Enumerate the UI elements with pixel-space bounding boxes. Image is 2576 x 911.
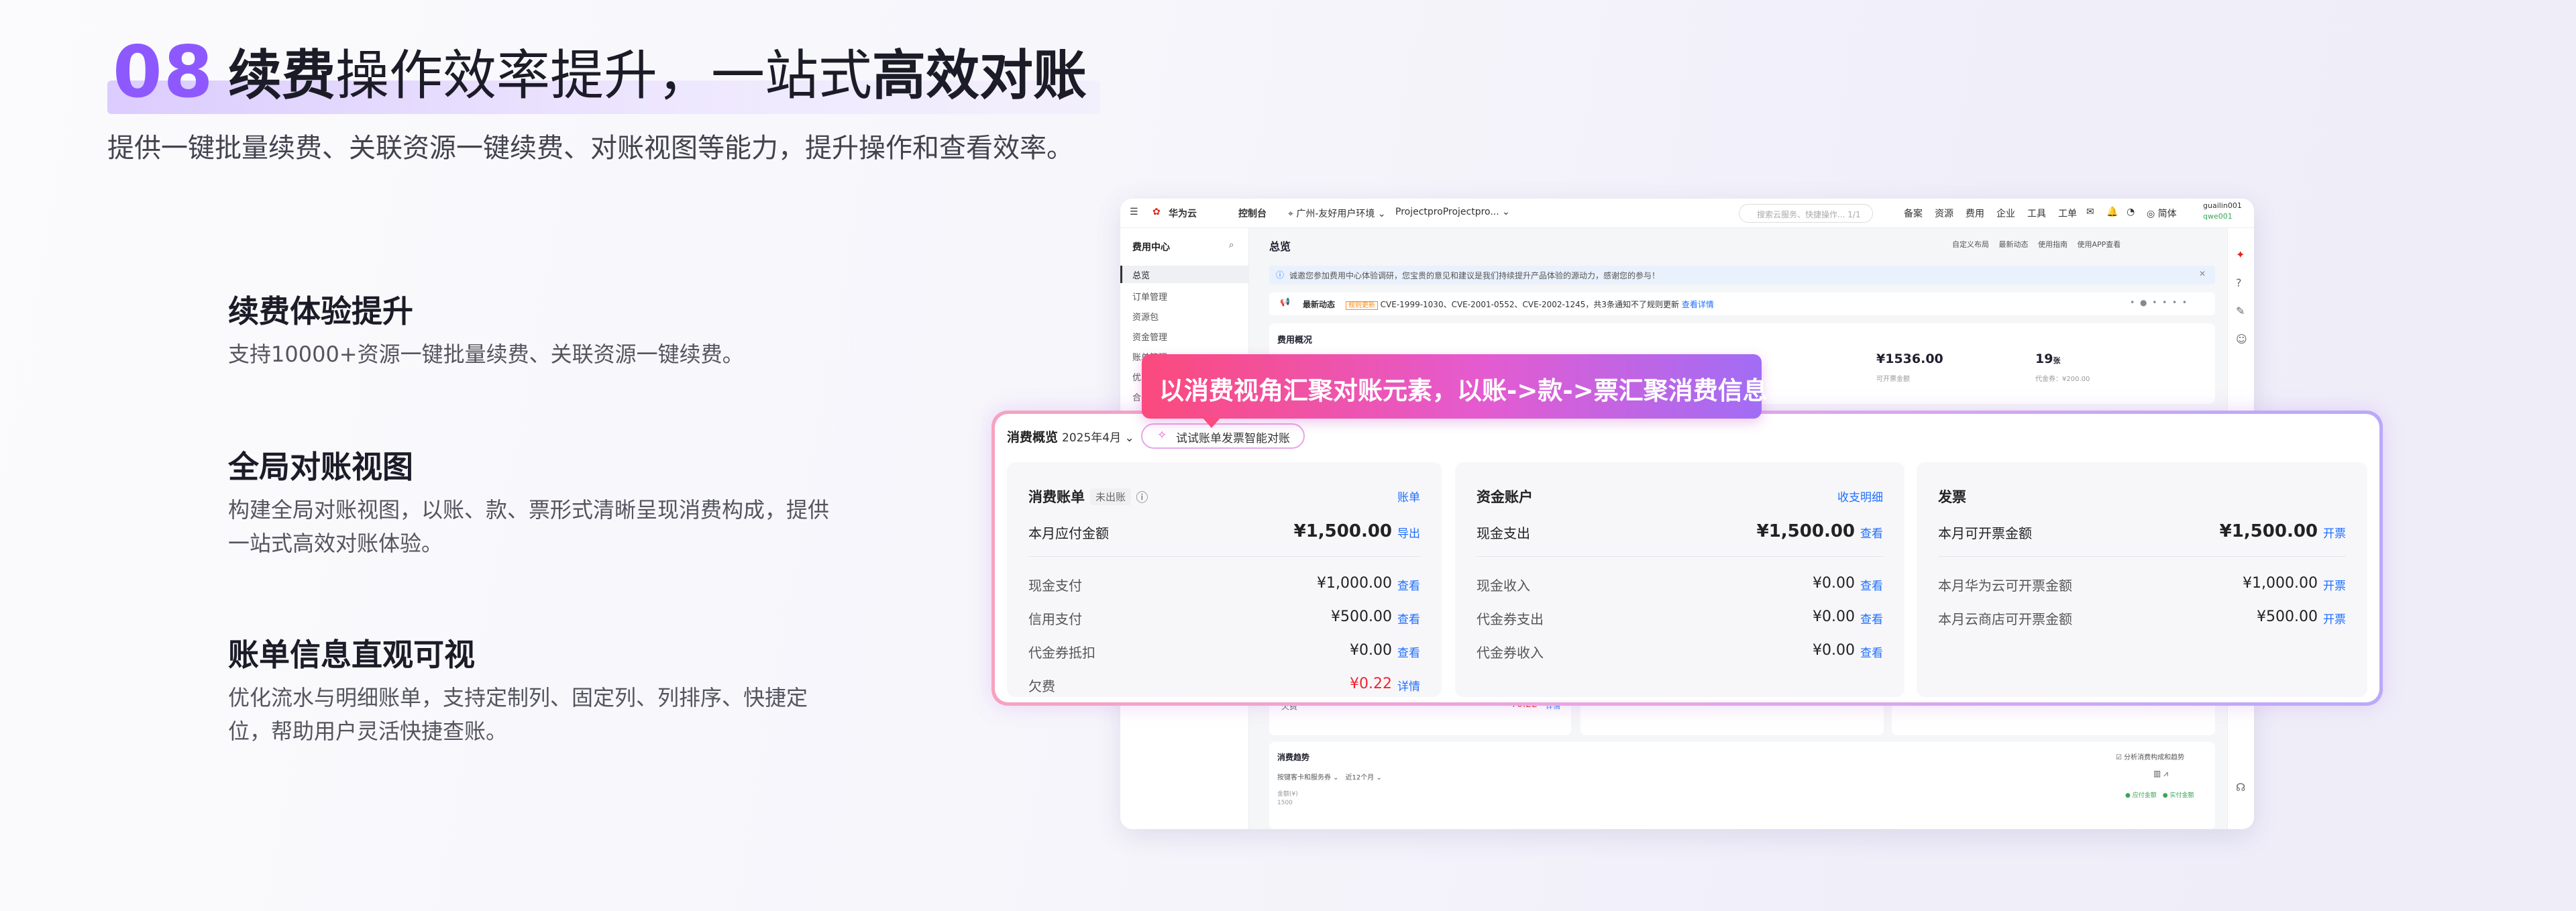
page-title: 续费操作效率提升，一站式高效对账 — [228, 44, 1087, 107]
section-number: 08 — [113, 31, 215, 113]
bill-status-badge: 未出账 — [1090, 488, 1132, 505]
user-sub: qwe001 — [2203, 212, 2233, 221]
bill-link[interactable]: 账单 — [1397, 488, 1420, 504]
page-action[interactable]: 最新动态 — [1999, 240, 2029, 249]
top-link[interactable]: 费用 — [1966, 207, 1984, 220]
table-row: 代金券支出 ¥0.00 查看 — [1477, 608, 1883, 627]
top-link[interactable]: 资源 — [1935, 207, 1953, 220]
invoice-title: 发票 — [1938, 489, 1966, 505]
table-row: 代金券抵扣 ¥0.00 查看 — [1028, 642, 1420, 661]
app-icon[interactable]: ✦ — [2236, 248, 2245, 261]
top-link[interactable]: 工具 — [2027, 207, 2046, 220]
search-input[interactable]: 搜索云服务、快捷操作... 1/1 — [1739, 204, 1873, 223]
close-icon[interactable]: ✕ — [2199, 269, 2206, 278]
nav-console[interactable]: 控制台 — [1238, 207, 1267, 220]
trend-title: 消费趋势 — [1277, 753, 1310, 762]
fund-main-row: 现金支出 ¥1,500.00 查看 — [1477, 521, 1883, 541]
chart-type-icons[interactable]: ▥ ⩘ — [2153, 769, 2168, 779]
invoice-count: 19张 — [2035, 352, 2061, 366]
bell-icon[interactable]: 🔔 — [2106, 207, 2118, 217]
month-select[interactable]: 2025年4月 ⌄ — [1062, 428, 1134, 445]
table-row: 现金收入 ¥0.00 查看 — [1477, 575, 1883, 594]
fund-title: 资金账户 — [1477, 489, 1533, 505]
sidebar-title: 费用中心 — [1132, 242, 1170, 253]
language-select[interactable]: ◎ 简体 — [2147, 207, 2177, 220]
table-row: 本月华为云可开票金额 ¥1,000.00 开票 — [1938, 575, 2346, 594]
edit-icon[interactable]: ✎ — [2236, 305, 2245, 317]
table-row: 本月云商店可开票金额 ¥500.00 开票 — [1938, 608, 2346, 627]
cash-amount: ¥1536.00 — [1876, 352, 1943, 366]
feature-title: 全局对账视图 — [228, 449, 413, 485]
smart-reconcile-button[interactable]: ✧ 试试账单发票智能对账 — [1141, 423, 1305, 449]
project-select[interactable]: ProjectproProjectpro... ⌄ — [1395, 207, 1510, 217]
carousel-dots[interactable]: • ● • • • • — [2130, 298, 2188, 307]
dynamic-bar: 📢 最新动态 规则更新 CVE-1999-1030、CVE-2001-0552、… — [1269, 292, 2215, 315]
question-icon[interactable]: ⓘ — [1136, 491, 1148, 505]
feature-desc: 构建全局对账视图，以账、款、票形式清晰呈现消费构成，提供一站式高效对账体验。 — [228, 497, 830, 556]
page-subtitle: 提供一键批量续费、关联资源一键续费、对账视图等能力，提升操作和查看效率。 — [107, 133, 1073, 164]
status-badge: 规则更新 — [1345, 301, 1378, 310]
page-action[interactable]: 自定义布局 — [1952, 240, 1989, 249]
sidebar-item-orders[interactable]: 订单管理 — [1132, 290, 1167, 303]
message-icon[interactable]: ◔ — [2127, 207, 2135, 217]
trend-pane: 消费趋势 ☑ 分析消费构成和趋势 按键客卡和服务券 ⌄ 近12个月 ⌄ ▥ ⩘ … — [1269, 742, 2215, 829]
sidebar-item-overview[interactable]: 总览 — [1132, 268, 1150, 281]
table-row: 欠费 ¥0.22 详情 — [1028, 676, 1420, 694]
headset-icon[interactable]: ☊ — [2236, 781, 2245, 794]
console-topbar: ☰ ✿ 华为云 控制台 ⌖ 广州-友好用户环境 ⌄ ProjectproProj… — [1120, 199, 2254, 228]
feature-desc: 支持10000+资源一键批量续费、关联资源一键续费。 — [228, 341, 744, 367]
sidebar-item-packages[interactable]: 资源包 — [1132, 310, 1159, 323]
dynamic-detail-link[interactable]: 查看详情 — [1682, 300, 1714, 309]
feature-title: 账单信息直观可视 — [228, 637, 475, 673]
overview-label: 费用概况 — [1277, 335, 1313, 345]
trend-legend: ● 应付金额 ● 实付金额 — [2125, 792, 2194, 799]
fund-detail-link[interactable]: 收支明细 — [1837, 488, 1883, 504]
top-link[interactable]: 企业 — [1996, 207, 2015, 220]
bill-card: 消费账单 未出账 ⓘ 账单 本月应付金额 ¥1,500.00 导出 现金支付 ¥1,00… — [1007, 462, 1442, 697]
smile-icon[interactable]: ☺ — [2236, 333, 2247, 345]
huawei-logo: ✿ — [1152, 207, 1161, 217]
overview-title: 消费概览 — [1007, 430, 1059, 445]
bill-title: 消费账单 未出账 ⓘ — [1028, 488, 1148, 505]
table-row: 现金支付 ¥1,000.00 查看 — [1028, 575, 1420, 594]
sidebar-item-funds[interactable]: 资金管理 — [1132, 330, 1167, 343]
bill-main-row: 本月应付金额 ¥1,500.00 导出 — [1028, 521, 1420, 541]
consumption-overview: 消费概览 2025年4月 ⌄ ✧ 试试账单发票智能对账 消费账单 未出账 ⓘ 账单… — [995, 414, 2379, 702]
trend-checkbox[interactable]: ☑ 分析消费构成和趋势 — [2116, 751, 2184, 761]
page-action[interactable]: 使用APP查看 — [2078, 240, 2121, 249]
top-link[interactable]: 工单 — [2058, 207, 2077, 220]
invoice-card: 发票 本月可开票金额 ¥1,500.00 开票 本月华为云可开票金额 ¥1,000.0… — [1917, 462, 2367, 697]
invoice-main-row: 本月可开票金额 ¥1,500.00 开票 — [1938, 521, 2346, 541]
page-action[interactable]: 使用指南 — [2038, 240, 2068, 249]
callout-bubble: 以消费视角汇聚对账元素，以账->款->票汇聚消费信息 — [1142, 354, 1768, 428]
username[interactable]: guailin001 — [2203, 201, 2242, 210]
help-icon[interactable]: ? — [2236, 276, 2242, 289]
overview-highlight: 消费概览 2025年4月 ⌄ ✧ 试试账单发票智能对账 消费账单 未出账 ⓘ 账单… — [991, 411, 2383, 706]
trend-y-tick: 1500 — [1277, 800, 1293, 806]
mail-icon[interactable]: ✉ — [2086, 207, 2094, 217]
fund-card: 资金账户 收支明细 现金支出 ¥1,500.00 查看 现金收入 ¥0.00 查看 代金… — [1455, 462, 1904, 697]
page-actions: 自定义布局 最新动态 使用指南 使用APP查看 — [1952, 239, 2121, 250]
feature-desc: 优化流水与明细账单，支持定制列、固定列、列排序、快捷定位，帮助用户灵活快捷查账。 — [228, 685, 808, 744]
megaphone-icon: 📢 — [1280, 297, 1290, 307]
voucher-label: 代金券：¥200.00 — [2035, 376, 2090, 383]
cash-label: 可开票金额 — [1876, 376, 1910, 383]
notice-bar: ⓘ 诚邀您参加费用中心体验调研，您宝贵的意见和建议是我们持续提升产品体验的源动力… — [1269, 266, 2215, 284]
feature-title: 续费体验提升 — [228, 293, 413, 329]
region-select[interactable]: ⌖ 广州-友好用户环境 ⌄ — [1288, 207, 1386, 220]
menu-icon[interactable]: ☰ — [1130, 207, 1138, 217]
trend-filter[interactable]: 按键客卡和服务券 ⌄ 近12个月 ⌄ — [1277, 771, 1382, 782]
sidebar-search-icon[interactable]: ⌕ — [1229, 240, 1234, 250]
table-row: 信用支付 ¥500.00 查看 — [1028, 608, 1420, 627]
sparkle-icon: ✧ — [1157, 429, 1167, 442]
console-page-title: 总览 — [1269, 240, 1291, 253]
table-row: 代金券收入 ¥0.00 查看 — [1477, 642, 1883, 661]
trend-unit: 金额(¥) — [1277, 791, 1298, 798]
info-icon: ⓘ — [1276, 270, 1285, 280]
top-link[interactable]: 备案 — [1904, 207, 1923, 220]
brand-name: 华为云 — [1169, 209, 1197, 219]
export-link[interactable]: 导出 — [1397, 524, 1420, 541]
